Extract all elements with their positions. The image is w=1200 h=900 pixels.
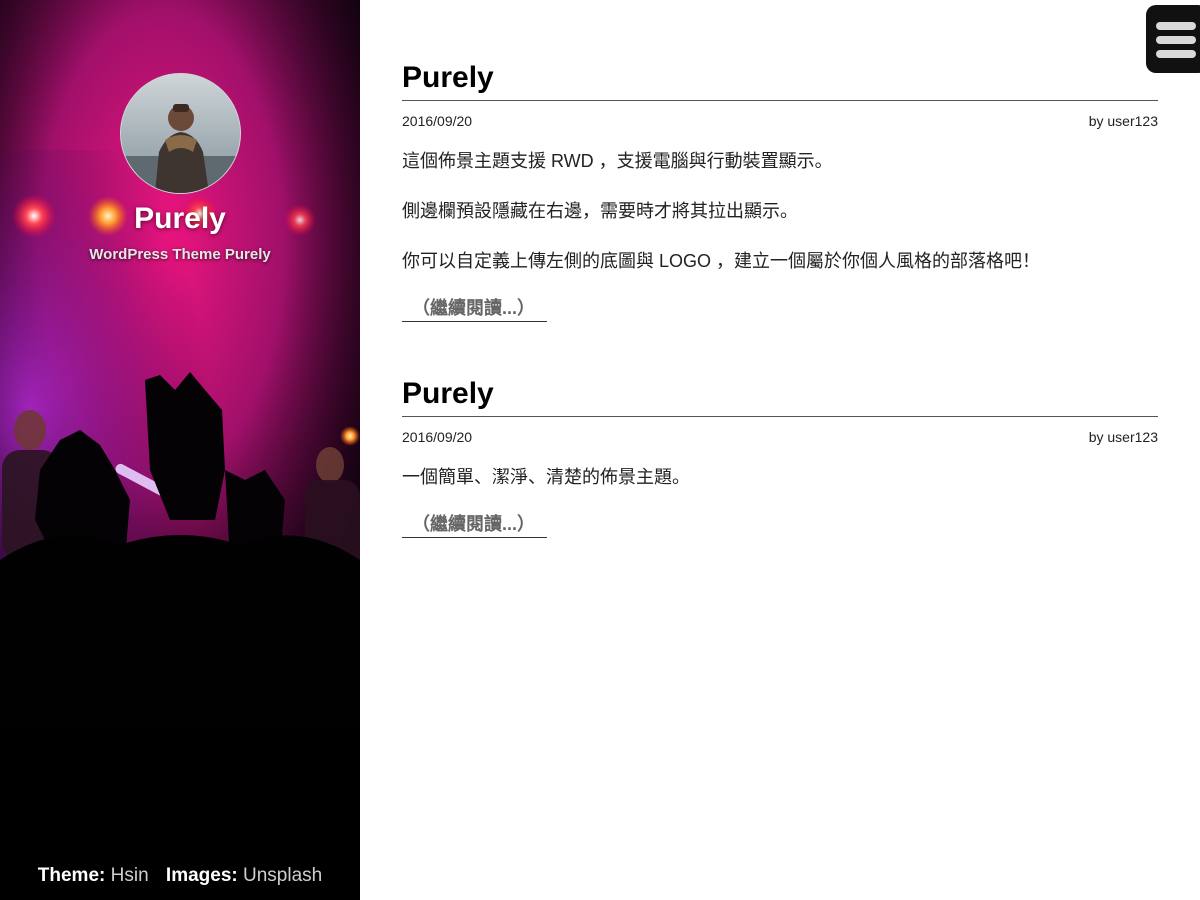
- post-item: Purely 2016/09/20 by user123 一個簡單、潔淨、清楚的…: [402, 376, 1158, 538]
- post-excerpt: 這個佈景主題支援 RWD ，支援電腦與行動裝置顯示。 側邊欄預設隱藏在右邊，需要…: [402, 147, 1158, 275]
- post-author: by user123: [1088, 429, 1158, 445]
- post-title: Purely: [402, 60, 1158, 101]
- post-meta: 2016/09/20 by user123: [402, 427, 1158, 447]
- theme-label: Theme:: [37, 865, 106, 886]
- sidebar-footer: Theme: Hsin Images: Unsplash: [0, 865, 360, 887]
- images-source-link[interactable]: Unsplash: [243, 865, 322, 886]
- post-title: Purely: [402, 376, 1158, 417]
- site-description: WordPress Theme Purely: [89, 246, 271, 263]
- post-item: Purely 2016/09/20 by user123 這個佈景主題支援 RW…: [402, 60, 1158, 322]
- menu-toggle-button[interactable]: [1146, 5, 1200, 73]
- read-more-link[interactable]: （繼續閱讀...）: [402, 295, 548, 322]
- post-title-link[interactable]: Purely: [402, 61, 494, 94]
- theme-author-link[interactable]: Hsin: [111, 865, 149, 886]
- post-paragraph: 側邊欄預設隱藏在右邊，需要時才將其拉出顯示。: [402, 201, 798, 221]
- avatar: [120, 73, 241, 194]
- sidebar: Purely WordPress Theme Purely Theme: Hsi…: [0, 0, 360, 900]
- site-title[interactable]: Purely: [0, 202, 360, 236]
- post-paragraph: 這個佈景主題支援 RWD ，支援電腦與行動裝置顯示。: [402, 151, 833, 171]
- post-title-link[interactable]: Purely: [402, 377, 494, 410]
- read-more-link[interactable]: （繼續閱讀...）: [402, 511, 548, 538]
- post-meta: 2016/09/20 by user123: [402, 111, 1158, 131]
- post-author: by user123: [1088, 113, 1158, 129]
- post-date: 2016/09/20: [402, 429, 473, 445]
- post-paragraph: 一個簡單、潔淨、清楚的佈景主題。: [402, 467, 690, 487]
- post-paragraph: 你可以自定義上傳左側的底圖與 LOGO ，建立一個屬於你個人風格的部落格吧！: [402, 251, 1041, 271]
- images-label: Images:: [165, 865, 238, 886]
- post-date: 2016/09/20: [402, 113, 473, 129]
- post-excerpt: 一個簡單、潔淨、清楚的佈景主題。: [402, 463, 1158, 491]
